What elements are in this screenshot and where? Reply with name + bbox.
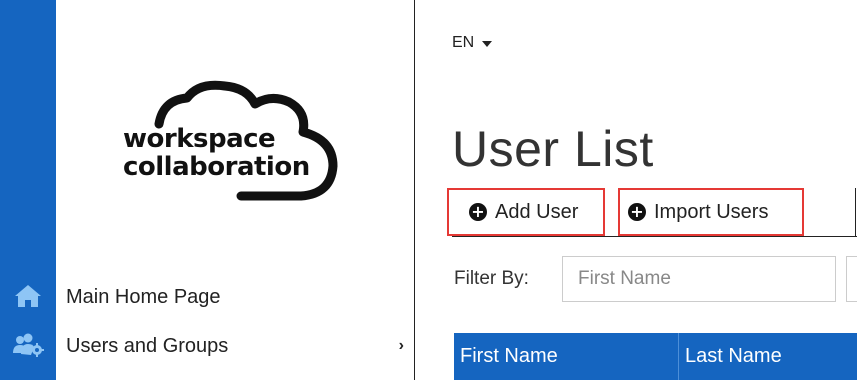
icon-rail xyxy=(0,0,56,380)
second-filter-input[interactable] xyxy=(846,256,857,302)
sidebar-item-users-and-groups[interactable]: Users and Groups › xyxy=(66,328,406,364)
home-icon[interactable] xyxy=(0,276,56,316)
action-bar-divider xyxy=(452,236,857,237)
page-title: User List xyxy=(452,121,654,177)
logo-text-line2: collaboration xyxy=(123,152,310,182)
add-user-label: Add User xyxy=(495,200,579,223)
user-table-header: First Name Last Name xyxy=(454,333,857,380)
import-users-label: Import Users xyxy=(654,200,769,223)
sidebar-item-label: Users and Groups xyxy=(66,334,229,357)
language-selector[interactable]: EN xyxy=(452,34,493,52)
sidebar: workspace collaboration Main Home Page U… xyxy=(56,0,415,380)
sidebar-item-label: Main Home Page xyxy=(66,285,221,308)
language-label: EN xyxy=(452,34,475,51)
sidebar-item-main-home-page[interactable]: Main Home Page xyxy=(66,279,406,315)
plus-circle-icon: + xyxy=(628,203,646,221)
column-header-last-name[interactable]: Last Name xyxy=(679,333,857,380)
column-header-first-name[interactable]: First Name xyxy=(454,333,679,380)
import-users-button[interactable]: + Import Users xyxy=(618,188,804,236)
plus-circle-icon: + xyxy=(469,203,487,221)
logo-text-line1: workspace xyxy=(123,124,276,154)
caret-down-icon xyxy=(482,41,493,47)
first-name-filter-input[interactable] xyxy=(562,256,836,302)
chevron-right-icon: › xyxy=(398,337,404,354)
action-bar-edge xyxy=(855,188,856,236)
users-gear-icon[interactable] xyxy=(0,326,56,366)
add-user-button[interactable]: + Add User xyxy=(447,188,605,236)
filter-label: Filter By: xyxy=(454,268,529,289)
workspace-collaboration-logo: workspace collaboration xyxy=(121,78,361,202)
